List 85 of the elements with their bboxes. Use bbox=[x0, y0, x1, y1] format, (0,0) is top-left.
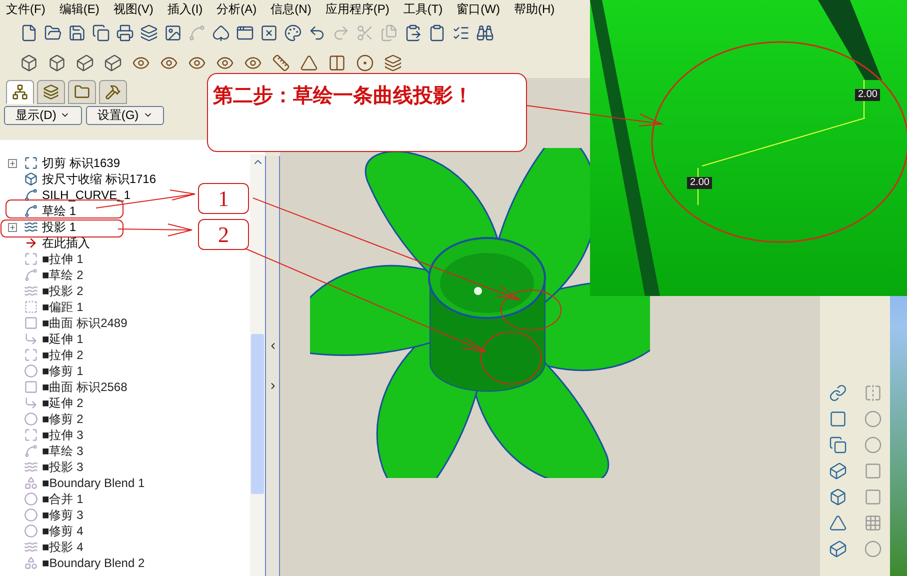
tree-item[interactable]: 在此插入 bbox=[42, 234, 90, 252]
menu-item[interactable]: 视图(V) bbox=[113, 0, 154, 18]
chain-icon[interactable] bbox=[828, 384, 846, 402]
save-icon[interactable] bbox=[68, 24, 86, 42]
hidden-line-cube-icon[interactable] bbox=[48, 54, 66, 72]
axis-eye-icon[interactable] bbox=[160, 54, 178, 72]
scrollbar[interactable] bbox=[250, 154, 265, 576]
panel-tab[interactable] bbox=[37, 80, 65, 104]
tree-item[interactable]: ■修剪 1 bbox=[42, 362, 84, 380]
menu-item[interactable]: 应用程序(P) bbox=[325, 0, 390, 18]
copy-icon[interactable] bbox=[92, 24, 110, 42]
menu-item[interactable]: 插入(I) bbox=[167, 0, 203, 18]
scroll-thumb[interactable] bbox=[251, 334, 264, 494]
csys-eye-icon[interactable] bbox=[216, 54, 234, 72]
tree-item[interactable]: ■拉伸 2 bbox=[42, 346, 84, 364]
shaded-cube-icon[interactable] bbox=[104, 54, 122, 72]
note-eye-icon[interactable] bbox=[244, 54, 262, 72]
menu-item[interactable]: 窗口(W) bbox=[456, 0, 500, 18]
menu-item[interactable]: 工具(T) bbox=[403, 0, 443, 18]
menu-item[interactable]: 文件(F) bbox=[6, 0, 46, 18]
menu-item[interactable]: 分析(A) bbox=[216, 0, 257, 18]
tree-item[interactable]: ■修剪 2 bbox=[42, 410, 84, 428]
close-window-icon[interactable] bbox=[260, 24, 278, 42]
number-callout: 1 bbox=[198, 183, 249, 214]
dropdown-button[interactable]: 设置(G) bbox=[86, 106, 164, 124]
tree-item[interactable]: 投影 1 bbox=[42, 218, 76, 236]
tree-item[interactable]: ■Boundary Blend 2 bbox=[42, 554, 145, 572]
tree-item[interactable]: 切剪 标识1639 bbox=[42, 154, 120, 172]
tree-item[interactable]: 草绘 1 bbox=[42, 202, 76, 220]
tree-item[interactable]: ■修剪 4 bbox=[42, 522, 84, 540]
tree-item[interactable]: ■曲面 标识2568 bbox=[42, 378, 128, 396]
list-icon[interactable] bbox=[452, 24, 470, 42]
tree-item[interactable]: ■拉伸 3 bbox=[42, 426, 84, 444]
number-callout: 2 bbox=[198, 219, 249, 250]
tree-item[interactable]: ■投影 3 bbox=[42, 458, 84, 476]
tree-item[interactable]: ■曲面 标识2489 bbox=[42, 314, 128, 332]
panel-tab[interactable] bbox=[6, 80, 34, 104]
tree-item[interactable]: ■Boundary Blend 1 bbox=[42, 474, 145, 492]
menu-item[interactable]: 编辑(E) bbox=[59, 0, 100, 18]
file-icon[interactable] bbox=[20, 24, 38, 42]
tree-item[interactable]: 按尺寸收缩 标识1716 bbox=[42, 170, 156, 188]
tab-icon bbox=[12, 84, 28, 100]
tree-item[interactable]: ■投影 4 bbox=[42, 538, 84, 556]
image-icon[interactable] bbox=[164, 24, 182, 42]
window-icon[interactable] bbox=[236, 24, 254, 42]
layers-icon[interactable] bbox=[140, 24, 158, 42]
wireframe-cube-icon[interactable] bbox=[20, 54, 38, 72]
paste-icon[interactable] bbox=[404, 24, 422, 42]
layers-icon[interactable] bbox=[828, 436, 846, 454]
point-eye-icon[interactable] bbox=[188, 54, 206, 72]
tree-item[interactable]: ■草绘 2 bbox=[42, 266, 84, 284]
tree-item[interactable]: ■草绘 3 bbox=[42, 442, 84, 460]
tree-item[interactable]: ■合并 1 bbox=[42, 490, 84, 508]
tab-icon bbox=[74, 84, 90, 100]
extrude-icon[interactable] bbox=[828, 462, 846, 480]
tree-item[interactable]: ■修剪 3 bbox=[42, 506, 84, 524]
panel-tab[interactable] bbox=[99, 80, 127, 104]
folder-icon[interactable] bbox=[44, 24, 62, 42]
plane-eye-icon[interactable] bbox=[132, 54, 150, 72]
palette-icon[interactable] bbox=[284, 24, 302, 42]
step-callout: 第二步：草绘一条曲线投影！ bbox=[207, 73, 527, 152]
dimension-label: 2.00 bbox=[855, 89, 880, 101]
spade-icon[interactable] bbox=[212, 24, 230, 42]
undo-icon[interactable] bbox=[308, 24, 326, 42]
shell-icon[interactable] bbox=[828, 488, 846, 506]
printer-icon[interactable] bbox=[116, 24, 134, 42]
highlight-circle bbox=[480, 332, 542, 384]
tree-item[interactable]: ■偏距 1 bbox=[42, 298, 84, 316]
binoculars-icon[interactable] bbox=[476, 24, 494, 42]
menu-item[interactable]: 帮助(H) bbox=[514, 0, 555, 18]
cube-icon[interactable] bbox=[76, 54, 94, 72]
tab-icon bbox=[105, 84, 121, 100]
tree-item[interactable]: SILH_CURVE_1 bbox=[42, 186, 130, 204]
clipboard-icon[interactable] bbox=[428, 24, 446, 42]
menu-item[interactable]: 信息(N) bbox=[270, 0, 312, 18]
dimension-label: 2.00 bbox=[687, 177, 712, 189]
tree-item[interactable]: ■投影 2 bbox=[42, 282, 84, 300]
panel-tab[interactable] bbox=[68, 80, 96, 104]
highlight-circle bbox=[500, 290, 562, 330]
tree-item[interactable]: ■延伸 2 bbox=[42, 394, 84, 412]
tree-item[interactable]: ■拉伸 1 bbox=[42, 250, 84, 268]
tab-icon bbox=[43, 84, 59, 100]
distance-ruler-icon[interactable] bbox=[272, 54, 290, 72]
tree-item[interactable]: ■延伸 1 bbox=[42, 330, 84, 348]
dropdown-button[interactable]: 显示(D) bbox=[4, 106, 82, 124]
